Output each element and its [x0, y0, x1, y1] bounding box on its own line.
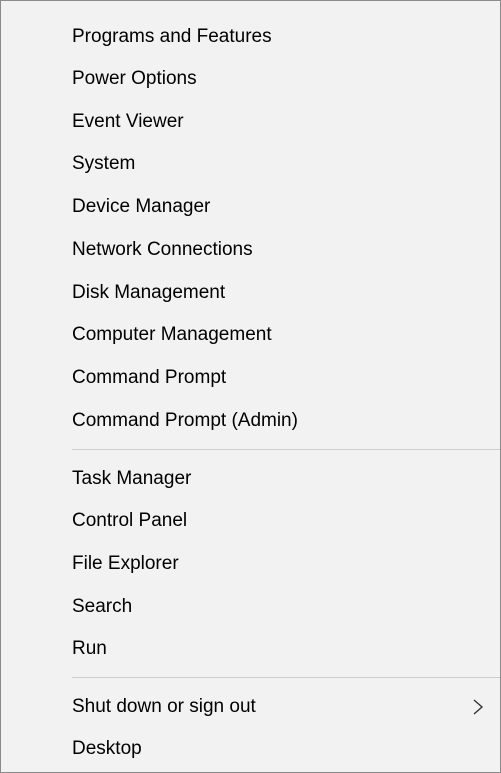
menu-item-run[interactable]: Run: [1, 628, 500, 670]
menu-item-task-manager[interactable]: Task Manager: [1, 458, 500, 500]
menu-item-programs-and-features[interactable]: Programs and Features: [1, 16, 500, 58]
menu-separator: [72, 677, 500, 678]
menu-item-disk-management[interactable]: Disk Management: [1, 272, 500, 314]
menu-item-desktop[interactable]: Desktop: [1, 728, 500, 770]
chevron-right-icon: [473, 699, 484, 715]
menu-item-control-panel[interactable]: Control Panel: [1, 500, 500, 542]
menu-item-file-explorer[interactable]: File Explorer: [1, 543, 500, 585]
menu-item-search[interactable]: Search: [1, 586, 500, 628]
menu-item-label: Shut down or sign out: [72, 696, 256, 717]
menu-item-computer-management[interactable]: Computer Management: [1, 314, 500, 356]
menu-item-shut-down-or-sign-out[interactable]: Shut down or sign out: [1, 686, 500, 728]
menu-item-command-prompt[interactable]: Command Prompt: [1, 357, 500, 399]
menu-item-command-prompt-admin[interactable]: Command Prompt (Admin): [1, 400, 500, 442]
menu-item-power-options[interactable]: Power Options: [1, 58, 500, 100]
menu-item-system[interactable]: System: [1, 143, 500, 185]
menu-item-event-viewer[interactable]: Event Viewer: [1, 101, 500, 143]
menu-separator: [72, 449, 500, 450]
context-menu: Programs and Features Power Options Even…: [0, 0, 501, 773]
menu-item-network-connections[interactable]: Network Connections: [1, 229, 500, 271]
menu-item-device-manager[interactable]: Device Manager: [1, 186, 500, 228]
